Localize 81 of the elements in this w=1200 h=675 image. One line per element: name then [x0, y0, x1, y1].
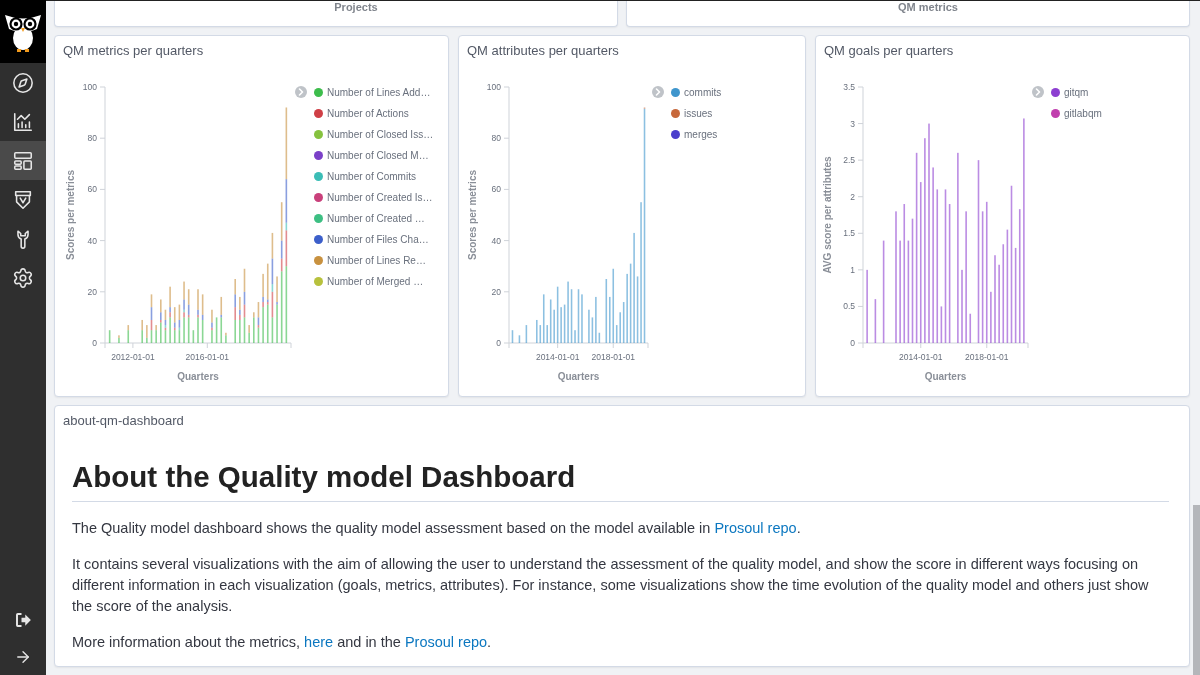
axis-tick-label: 2016-01-01	[185, 352, 230, 362]
legend-item[interactable]: Number of Merged …	[314, 271, 434, 292]
legend-item[interactable]: commits	[671, 82, 722, 103]
axis-tick-label: 40	[491, 235, 501, 246]
paragraph: More information about the metrics, here and in the Prosoul repo.	[72, 633, 493, 652]
axis-tick-label: 1	[850, 264, 855, 275]
link[interactable]: here	[304, 634, 334, 650]
axis-tick-label: 0	[92, 338, 97, 348]
legend-item[interactable]: Number of Commits	[314, 166, 434, 187]
link[interactable]: Prosoul repo	[714, 520, 797, 536]
paragraph: The Quality model dashboard shows the quality model assessment based on the model available in Prosoul repo.	[72, 519, 802, 538]
bar-segment	[108, 330, 111, 343]
axis-tick-label: 80	[491, 133, 501, 144]
legend-item[interactable]: Number of Lines Re…	[314, 250, 434, 271]
panel-title: QM attributes per quarters	[467, 42, 619, 59]
legend-item[interactable]: gitlabqm	[1051, 103, 1102, 124]
heading: About the Quality model Dashboard	[72, 460, 576, 494]
bar-segment	[215, 317, 218, 343]
panel-title: QM goals per quarters	[824, 42, 954, 59]
dashboard-icon	[12, 149, 34, 172]
legend-item[interactable]: issues	[671, 103, 722, 124]
legend-item[interactable]: gitqm	[1051, 82, 1102, 103]
axis-tick-label: 3	[850, 118, 855, 129]
axis-tick-label: 20	[491, 286, 501, 297]
chart-icon	[12, 110, 34, 133]
axis-tick-label: 0	[496, 338, 501, 348]
settings-icon	[12, 266, 34, 289]
scrollbar-thumb[interactable]	[1193, 505, 1200, 675]
axis-title: Scores per metrics	[64, 169, 76, 261]
panel-title: QM metrics	[898, 1, 958, 13]
legend-item[interactable]: Number of Actions	[314, 103, 434, 124]
chevron-right-icon	[298, 88, 304, 96]
axis-tick-label: 2	[850, 191, 855, 202]
bar-segment	[525, 325, 528, 343]
axis-tick-label: 2014-01-01	[899, 352, 943, 362]
legend-toggle-button[interactable]	[652, 86, 664, 98]
axis-tick-label: 2018-01-01	[591, 352, 635, 362]
axis-tick-label: 1.5	[843, 228, 855, 239]
bar-segment	[511, 330, 514, 343]
axis-tick-label: 100	[486, 82, 501, 92]
axis-title: Scores per metrics	[466, 169, 478, 261]
axis-tick-label: 100	[82, 82, 97, 92]
axis-tick-label: 2018-01-01	[965, 352, 1009, 362]
shield-icon	[12, 188, 34, 211]
legend-item[interactable]: Number of Closed Iss…	[314, 124, 434, 145]
axis-tick-label: 2014-01-01	[535, 352, 580, 362]
axis-tick-label: 60	[491, 184, 501, 195]
axis-tick-label: 20	[87, 286, 97, 297]
compass-icon	[12, 71, 34, 94]
bar-segment	[969, 313, 972, 343]
paragraph: It contains several visualizations with the aim of allowing the user to understand the assessment of the quality model, and show the score in different ways focusing on different information in each visualization (goals, metrics, attributes). For instance, some visualizations show the time evolution of the quality model and others just show the score of the analysis.	[72, 555, 1150, 616]
chevron-right-icon	[1035, 88, 1041, 96]
axis-tick-label: 3.5	[843, 82, 855, 92]
legend-item[interactable]: Number of Created …	[314, 208, 434, 229]
legend-item[interactable]: Number of Lines Add…	[314, 82, 434, 103]
legend-item[interactable]: Number of Closed M…	[314, 145, 434, 166]
bar-segment	[518, 335, 521, 343]
panel-title: Projects	[334, 1, 378, 13]
axis-title: AVG score per attributes	[821, 156, 833, 274]
axis-tick-label: 80	[87, 133, 97, 144]
axis-title: Quarters	[924, 370, 967, 382]
legend-toggle-button[interactable]	[1032, 86, 1044, 98]
axis-title: Quarters	[177, 370, 219, 382]
chevron-right-icon	[655, 88, 661, 96]
legend-toggle-button[interactable]	[295, 86, 307, 98]
axis-title: Quarters	[557, 370, 600, 382]
axis-tick-label: 2012-01-01	[111, 352, 155, 362]
logout-icon	[14, 610, 32, 629]
bar-segment	[192, 330, 195, 343]
axis-tick-label: 40	[87, 235, 97, 246]
panel-title: about-qm-dashboard	[63, 412, 184, 429]
axis-tick-label: 2.5	[843, 155, 855, 166]
legend-item[interactable]: merges	[671, 124, 722, 145]
axis-tick-label: 60	[87, 184, 97, 195]
axis-tick-label: 0	[850, 338, 855, 348]
axis-tick-label: 0.5	[843, 301, 855, 312]
legend-item[interactable]: Number of Files Cha…	[314, 229, 434, 250]
bar-segment	[874, 299, 877, 343]
sidebar-nav-button[interactable]	[0, 141, 46, 180]
legend-item[interactable]: Number of Created Is…	[314, 187, 434, 208]
panel-title: QM metrics per quarters	[63, 42, 204, 59]
